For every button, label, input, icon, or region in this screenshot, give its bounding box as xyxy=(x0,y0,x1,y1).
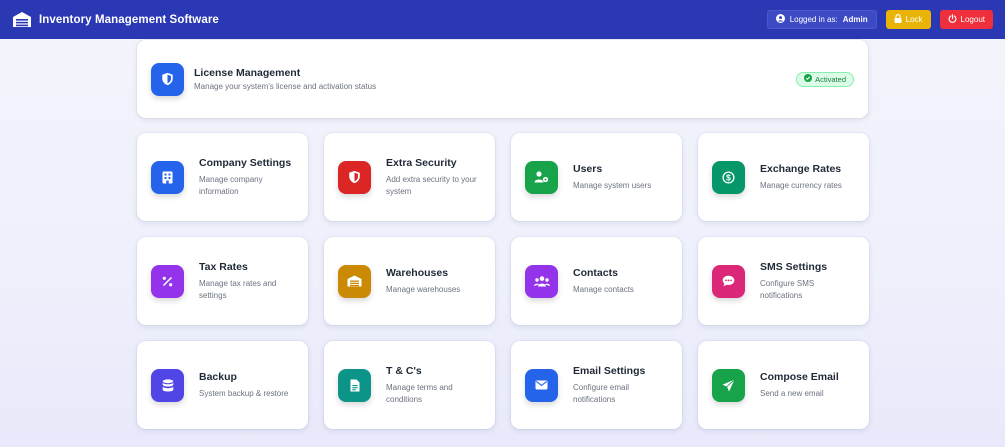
card-contacts[interactable]: Contacts Manage contacts xyxy=(511,237,682,325)
card-title: Compose Email xyxy=(760,370,839,383)
users-icon xyxy=(525,264,558,298)
license-title: License Management xyxy=(194,67,301,79)
card-title: Warehouses xyxy=(386,266,449,279)
lock-icon xyxy=(894,14,902,25)
logged-in-prefix: Logged in as: xyxy=(789,15,838,24)
svg-text:$: $ xyxy=(726,172,731,182)
card-title: Company Settings xyxy=(199,156,292,169)
check-circle-icon xyxy=(804,74,813,84)
card-title: Extra Security xyxy=(386,156,457,169)
card-warehouses[interactable]: Warehouses Manage warehouses xyxy=(324,237,495,325)
card-subtitle: Manage tax rates and settings xyxy=(199,278,277,300)
card-email-settings[interactable]: Email Settings Configure email notificat… xyxy=(511,341,682,429)
card-title: Exchange Rates xyxy=(760,162,842,175)
card-backup[interactable]: Backup System backup & restore xyxy=(137,341,308,429)
lock-button[interactable]: Lock xyxy=(885,10,931,29)
logged-in-indicator: Logged in as: Admin xyxy=(766,10,877,29)
card-title: T & C's xyxy=(386,364,422,377)
card-terms-conditions[interactable]: T & C's Manage terms and conditions xyxy=(324,341,495,429)
card-subtitle: Manage currency rates xyxy=(760,180,842,190)
card-title: Tax Rates xyxy=(199,260,248,273)
send-icon xyxy=(712,368,745,402)
settings-grid: Company Settings Manage company informat… xyxy=(137,133,869,429)
card-subtitle: Manage system users xyxy=(573,180,652,190)
database-icon xyxy=(151,368,184,402)
license-subtitle: Manage your system's license and activat… xyxy=(194,82,377,91)
logout-label: Logout xyxy=(960,15,985,24)
power-icon xyxy=(948,14,957,25)
license-management-card[interactable]: License Management Manage your system's … xyxy=(137,40,868,118)
card-users[interactable]: Users Manage system users xyxy=(511,133,682,221)
card-subtitle: Configure SMS notifications xyxy=(760,278,815,300)
card-subtitle: Add extra security to your system xyxy=(386,174,477,196)
card-exchange-rates[interactable]: $ Exchange Rates Manage currency rates xyxy=(698,133,869,221)
logged-in-user: Admin xyxy=(842,15,868,24)
card-subtitle: Manage company information xyxy=(199,174,263,196)
card-subtitle: Manage terms and conditions xyxy=(386,382,453,404)
card-subtitle: Manage contacts xyxy=(573,284,634,294)
card-subtitle: Configure email notifications xyxy=(573,382,630,404)
card-subtitle: Send a new email xyxy=(760,388,824,398)
warehouse-icon xyxy=(338,264,371,298)
dollar-icon: $ xyxy=(712,160,745,194)
card-title: Contacts xyxy=(573,266,618,279)
logout-button[interactable]: Logout xyxy=(939,10,993,29)
card-title: SMS Settings xyxy=(760,260,828,273)
chat-icon xyxy=(712,264,745,298)
shield-icon xyxy=(338,160,371,194)
card-title: Users xyxy=(573,162,603,175)
lock-label: Lock xyxy=(905,15,923,24)
card-tax-rates[interactable]: Tax Rates Manage tax rates and settings xyxy=(137,237,308,325)
license-status-badge: Activated xyxy=(796,71,854,87)
card-subtitle: Manage warehouses xyxy=(386,284,461,294)
top-navbar: Inventory Management Software Logged in … xyxy=(0,0,1005,39)
card-title: Email Settings xyxy=(573,364,646,377)
warehouse-logo-icon xyxy=(12,11,32,29)
user-gear-icon xyxy=(525,160,558,194)
card-company-settings[interactable]: Company Settings Manage company informat… xyxy=(137,133,308,221)
app-title: Inventory Management Software xyxy=(39,13,219,26)
percent-icon xyxy=(151,264,184,298)
user-circle-icon xyxy=(775,14,785,25)
card-compose-email[interactable]: Compose Email Send a new email xyxy=(698,341,869,429)
card-subtitle: System backup & restore xyxy=(199,388,289,398)
document-icon xyxy=(338,368,371,402)
license-status-text: Activated xyxy=(815,74,846,84)
card-extra-security[interactable]: Extra Security Add extra security to you… xyxy=(324,133,495,221)
card-sms-settings[interactable]: SMS Settings Configure SMS notifications xyxy=(698,237,869,325)
building-icon xyxy=(151,160,184,194)
envelope-icon xyxy=(525,368,558,402)
shield-icon xyxy=(151,62,184,96)
card-title: Backup xyxy=(199,370,237,383)
brand[interactable]: Inventory Management Software xyxy=(12,11,219,29)
